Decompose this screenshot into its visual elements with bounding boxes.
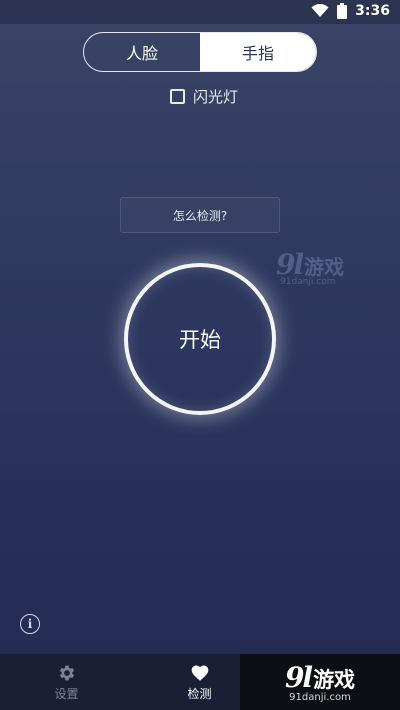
watermark-corner-logo: 9l 游戏 bbox=[285, 661, 355, 694]
how-to-measure-button[interactable]: 怎么检测? bbox=[120, 197, 280, 233]
watermark-corner: 9l 游戏 91danji.com bbox=[240, 654, 400, 710]
flash-toggle[interactable]: 闪光灯 bbox=[170, 86, 238, 107]
nav-detect-label: 检测 bbox=[187, 686, 212, 701]
status-bar: 3:36 bbox=[0, 0, 400, 24]
flash-label: 闪光灯 bbox=[193, 88, 239, 106]
flash-checkbox[interactable] bbox=[170, 89, 185, 104]
watermark-corner-url: 91danji.com bbox=[289, 692, 351, 703]
gear-icon bbox=[59, 665, 74, 680]
nav-settings-label: 设置 bbox=[54, 686, 79, 701]
watermark-logo: 9l 游戏 91danji.com bbox=[276, 248, 344, 287]
wifi-icon bbox=[311, 4, 329, 17]
status-time: 3:36 bbox=[355, 3, 390, 19]
heart-icon bbox=[191, 665, 208, 681]
start-label: 开始 bbox=[179, 328, 221, 352]
watermark-logo-text: 游戏 bbox=[304, 255, 345, 279]
watermark-corner-number: 9l bbox=[284, 661, 313, 694]
watermark-corner-text: 游戏 bbox=[313, 668, 356, 692]
nav-settings[interactable]: 设置 bbox=[0, 654, 133, 710]
mode-segmented-control: 人脸 手指 bbox=[83, 32, 317, 72]
status-indicators: 3:36 bbox=[311, 3, 390, 19]
tab-finger[interactable]: 手指 bbox=[200, 33, 316, 71]
tab-face[interactable]: 人脸 bbox=[84, 33, 200, 71]
battery-icon bbox=[337, 3, 348, 19]
watermark-url: 91danji.com bbox=[280, 277, 336, 287]
start-button[interactable]: 开始 bbox=[124, 263, 276, 415]
info-icon[interactable]: i bbox=[20, 614, 40, 634]
